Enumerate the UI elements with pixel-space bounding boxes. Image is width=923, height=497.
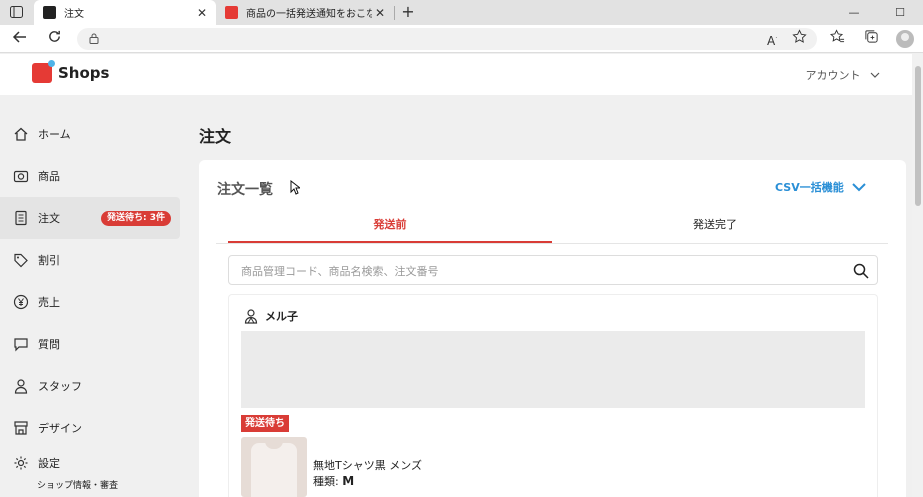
- shops-favicon-icon: [43, 6, 56, 19]
- collections-icon[interactable]: [862, 29, 880, 47]
- sidebar-item-settings[interactable]: 設定: [0, 452, 180, 474]
- sidebar-item-discounts[interactable]: 割引: [0, 239, 180, 281]
- settings-sublabel: ショップ情報・審査: [37, 481, 119, 491]
- clipboard-icon: [12, 209, 30, 227]
- new-tab-button[interactable]: +: [399, 2, 417, 22]
- browser-tab-bar: 注文 ✕ 商品の一括発送通知をおこなう際の ✕ + — ☐: [0, 0, 923, 25]
- sidebar-item-sales[interactable]: 売上: [0, 281, 180, 323]
- storefront-icon: [12, 419, 30, 437]
- camera-icon: [12, 167, 30, 185]
- account-menu[interactable]: アカウント: [806, 67, 881, 83]
- sidebar-item-products[interactable]: 商品: [0, 155, 180, 197]
- page-title: 注文: [199, 127, 232, 146]
- lock-icon: [89, 33, 99, 44]
- tab-before-shipping[interactable]: 発送前: [228, 208, 552, 243]
- tab-actions-icon[interactable]: [8, 5, 24, 19]
- home-icon: [12, 125, 30, 143]
- product-thumbnail[interactable]: [241, 437, 307, 497]
- window-controls: — ☐: [831, 0, 923, 25]
- csv-bulk-button[interactable]: CSV一括機能: [775, 179, 866, 195]
- gear-icon: [12, 454, 30, 472]
- maximize-button[interactable]: ☐: [877, 6, 923, 19]
- app-header: Shops アカウント: [0, 54, 912, 95]
- order-search: [228, 255, 878, 285]
- browser-toolbar: Aᐧ: [0, 25, 923, 53]
- browser-tab-orders[interactable]: 注文 ✕: [34, 0, 216, 25]
- product-name: 無地Tシャツ黒 メンズ: [313, 459, 422, 472]
- close-tab-icon[interactable]: ✕: [372, 6, 388, 20]
- order-status-tabs: 発送前 発送完了: [216, 208, 888, 244]
- logo-mark-icon: [32, 60, 55, 83]
- chevron-down-icon: [870, 72, 880, 78]
- read-aloud-icon[interactable]: Aᐧ: [763, 29, 781, 48]
- yen-icon: [12, 293, 30, 311]
- card-title: 注文一覧: [217, 182, 273, 198]
- browser-tab-help[interactable]: 商品の一括発送通知をおこなう際の ✕: [216, 0, 394, 25]
- customer-icon: [244, 309, 258, 324]
- add-favorite-icon[interactable]: [790, 29, 808, 47]
- reload-icon[interactable]: [44, 29, 64, 49]
- customer-row: メル子: [243, 308, 298, 324]
- shops-logo[interactable]: Shops: [32, 60, 109, 83]
- customer-name: メル子: [265, 310, 298, 323]
- product-variant: 種類: M: [313, 474, 355, 488]
- scrollbar-thumb[interactable]: [915, 66, 921, 206]
- search-input[interactable]: [241, 262, 841, 280]
- favorites-icon[interactable]: [828, 29, 846, 47]
- sidebar-item-home[interactable]: ホーム: [0, 113, 180, 155]
- address-bar[interactable]: [77, 28, 817, 50]
- sidebar-item-design[interactable]: デザイン: [0, 407, 180, 449]
- sidebar-item-staff[interactable]: スタッフ: [0, 365, 180, 407]
- minimize-button[interactable]: —: [831, 6, 877, 19]
- sidebar-item-questions[interactable]: 質問: [0, 323, 180, 365]
- search-icon[interactable]: [853, 263, 869, 279]
- tag-icon: [12, 251, 30, 269]
- tshirt-image: [251, 441, 297, 497]
- profile-avatar[interactable]: [896, 30, 914, 48]
- tab-divider: [394, 6, 395, 20]
- status-badge: 発送待ち: [241, 415, 289, 432]
- person-icon: [12, 377, 30, 395]
- chat-icon: [12, 335, 30, 353]
- pending-shipment-badge: 発送待ち: 3件: [101, 211, 171, 226]
- sidebar-item-orders[interactable]: 注文 発送待ち: 3件: [0, 197, 180, 239]
- mercari-favicon-icon: [225, 6, 238, 19]
- back-icon[interactable]: [10, 29, 30, 49]
- close-tab-icon[interactable]: ✕: [194, 6, 210, 20]
- mouse-cursor-icon: [290, 179, 302, 198]
- chevron-down-icon: [852, 182, 866, 191]
- order-placeholder-block: [241, 331, 865, 408]
- tab-shipped[interactable]: 発送完了: [553, 208, 877, 243]
